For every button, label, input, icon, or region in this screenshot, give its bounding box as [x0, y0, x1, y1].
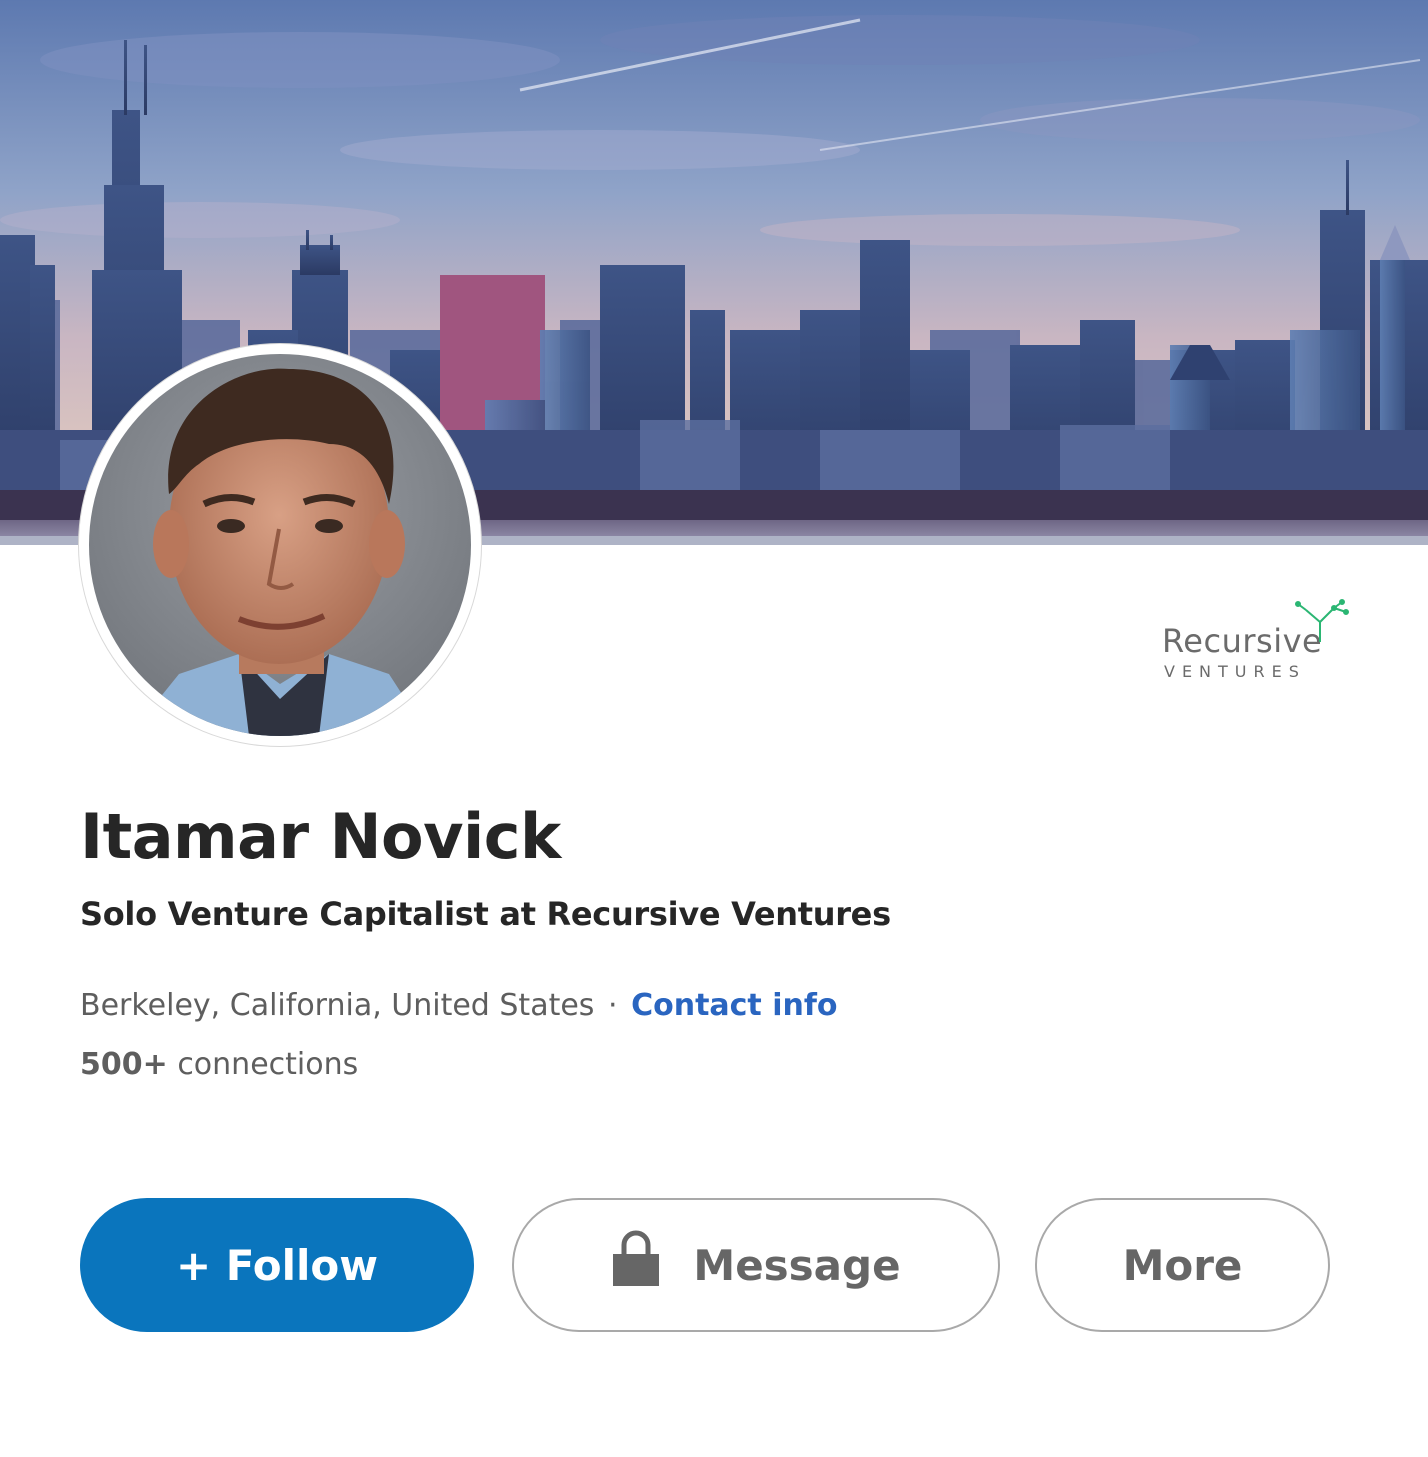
contact-info-link[interactable]: Contact info: [631, 988, 837, 1023]
company-logo-subtitle: VENTURES: [1164, 662, 1306, 681]
lock-icon: [611, 1230, 661, 1296]
more-button[interactable]: More: [1035, 1198, 1330, 1332]
location-text: Berkeley, California, United States: [80, 988, 595, 1023]
follow-button-label: + Follow: [175, 1240, 379, 1290]
profile-headline: Solo Venture Capitalist at Recursive Ven…: [80, 895, 891, 933]
company-logo[interactable]: Recursive VENTURES: [1150, 598, 1360, 688]
message-button-label: Message: [693, 1240, 901, 1290]
follow-button[interactable]: + Follow: [80, 1198, 474, 1332]
connections-line[interactable]: 500+ connections: [80, 1047, 358, 1082]
separator-dot: ·: [607, 988, 618, 1023]
profile-name: Itamar Novick: [80, 800, 561, 873]
profile-card: Recursive VENTURES Itamar Novick Solo Ve…: [0, 0, 1428, 1457]
message-button[interactable]: Message: [512, 1198, 1000, 1332]
more-button-label: More: [1122, 1240, 1243, 1290]
profile-photo-image: [89, 354, 471, 736]
profile-photo[interactable]: [79, 344, 481, 746]
connections-count: 500+: [80, 1047, 168, 1082]
tree-logo-icon: [1295, 599, 1349, 642]
location-line: Berkeley, California, United States · Co…: [80, 988, 838, 1023]
connections-label: connections: [177, 1047, 359, 1082]
